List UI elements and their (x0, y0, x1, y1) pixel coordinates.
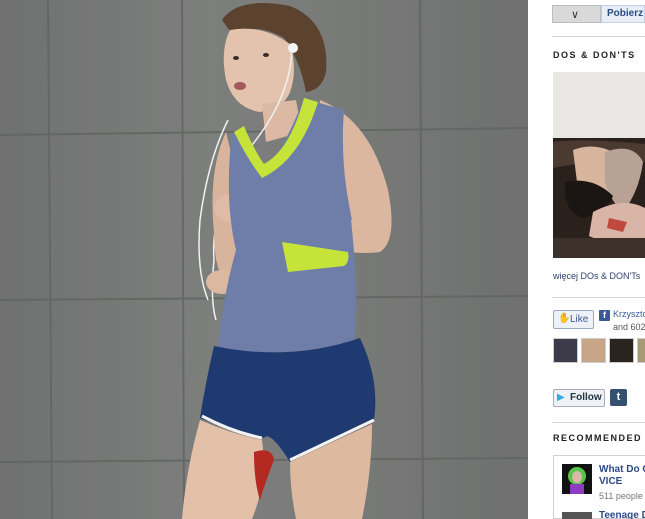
facebook-friend-link[interactable]: Krzysztof (613, 309, 645, 319)
download-button[interactable]: Pobierz (601, 5, 645, 23)
avatar[interactable] (609, 338, 634, 363)
content-divider (528, 0, 552, 519)
chevron-down-icon: ∨ (571, 9, 580, 21)
recommended-heading: RECOMMENDED (553, 433, 643, 443)
recommended-image (562, 464, 592, 494)
recommended-item-source[interactable]: VICE (599, 476, 622, 487)
avatar[interactable] (581, 338, 606, 363)
recommended-item-title[interactable]: What Do C (599, 464, 645, 476)
twitter-bird-icon: ▶ (557, 392, 565, 403)
runner-photo-illustration (0, 0, 528, 519)
twitter-follow-button[interactable]: ▶ Follow (553, 389, 605, 407)
facebook-others-count: and 602 (613, 322, 645, 332)
facebook-like-button[interactable]: ✋ Like (553, 310, 594, 329)
like-label: Like (570, 314, 589, 325)
recommended-box: What Do C VICE 511 people Teenage D (553, 455, 645, 519)
divider (552, 422, 645, 423)
dropdown-button[interactable]: ∨ (552, 5, 601, 23)
facebook-icon: f (599, 310, 610, 321)
recommended-thumbnail[interactable] (562, 512, 592, 519)
follow-label: Follow (570, 392, 602, 403)
tumblr-icon[interactable]: t (610, 389, 627, 406)
more-dos-donts-link[interactable]: więcej DOs & DON'Ts (553, 271, 640, 281)
sidebar: ∨ Pobierz DOS & DON'TS więcej DOs & DON'… (552, 0, 645, 519)
dos-donts-heading: DOS & DON'TS (553, 50, 636, 60)
dos-donts-image (553, 72, 645, 258)
sidebar-topbar: ∨ Pobierz (552, 5, 645, 23)
main-photo[interactable] (0, 0, 528, 519)
avatar[interactable] (637, 338, 645, 363)
recommended-item-meta: 511 people (599, 491, 643, 501)
recommended-item-title[interactable]: Teenage D (599, 510, 645, 519)
avatar[interactable] (553, 338, 578, 363)
recommended-thumbnail[interactable] (562, 464, 592, 494)
dos-donts-thumbnail[interactable] (553, 72, 645, 258)
thumbs-up-icon: ✋ (558, 313, 571, 324)
divider (552, 36, 645, 37)
divider (552, 297, 645, 298)
